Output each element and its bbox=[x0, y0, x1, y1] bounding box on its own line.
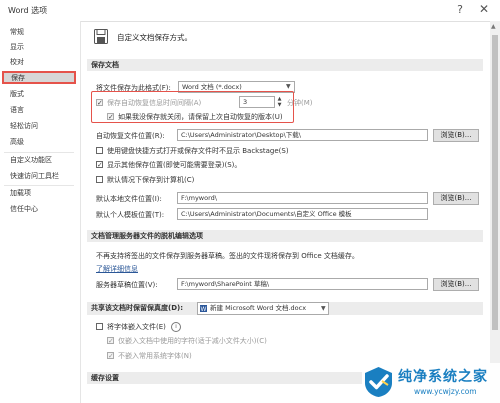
spinner-down-icon: ▼ bbox=[277, 102, 282, 108]
svg-text:W: W bbox=[201, 307, 207, 312]
fidelity-document-value: 新建 Microsoft Word 文档.docx bbox=[210, 304, 307, 312]
browse-autorecover-button[interactable]: 浏览(B)... bbox=[433, 129, 479, 142]
info-icon: i bbox=[171, 322, 181, 332]
save-options-panel: 自定义文档保存方式。 保存文档 将文件保存为此格式(F): Word 文档 (*… bbox=[81, 21, 490, 403]
autorecover-minutes-input[interactable]: 3 bbox=[239, 96, 275, 108]
local-path-label: 默认本地文件位置(I): bbox=[96, 195, 162, 203]
watermark-logo-icon bbox=[365, 367, 392, 397]
no-common-fonts-checkbox[interactable]: ✓ bbox=[107, 352, 114, 360]
checkmark-icon: ✓ bbox=[108, 337, 114, 345]
fidelity-document-select[interactable]: 新建 Microsoft Word 文档.docx bbox=[197, 302, 329, 315]
close-button[interactable]: ✕ bbox=[478, 2, 490, 16]
sidebar-item-save[interactable]: 保存 bbox=[2, 71, 76, 84]
options-sidebar: 常规 显示 校对 保存 版式 语言 轻松访问 高级 自定义功能区 快速访问工具栏… bbox=[0, 21, 81, 403]
checkmark-icon: ✓ bbox=[108, 352, 114, 360]
browse-local-button[interactable]: 浏览(B)... bbox=[433, 192, 479, 205]
offline-note: 不再支持将签出的文件保存到服务器草稿。签出的文件现将保存到 Office 文档缓… bbox=[96, 252, 359, 260]
fidelity-label: 共享该文档时保留保真度(D): bbox=[91, 304, 184, 312]
browse-drafts-button[interactable]: 浏览(B)... bbox=[433, 278, 479, 291]
keep-last-version-checkbox[interactable]: ✓ bbox=[107, 113, 114, 121]
embed-only-used-checkbox[interactable]: ✓ bbox=[107, 337, 114, 345]
embed-fonts-label: 将字体嵌入文件(E) bbox=[107, 323, 166, 331]
watermark-title: 纯净系统之家 bbox=[398, 369, 488, 385]
template-path-value: C:\Users\Administrator\Documents\自定义 Off… bbox=[181, 210, 352, 218]
server-drafts-value: F:\myword\SharePoint 草稿\ bbox=[181, 280, 270, 288]
minutes-label: 分钟(M) bbox=[287, 99, 313, 107]
chevron-down-icon: ▼ bbox=[286, 83, 291, 90]
save-format-value: Word 文档 (*.docx) bbox=[182, 83, 242, 91]
sidebar-item-trust-center[interactable]: 信任中心 bbox=[3, 203, 75, 216]
save-icon bbox=[94, 29, 108, 44]
word-options-window: Word 选项 ? ✕ 常规 显示 校对 保存 版式 语言 轻松访问 高级 自定… bbox=[0, 0, 500, 403]
sidebar-item-add-ins[interactable]: 加载项 bbox=[3, 187, 75, 200]
sidebar-item-quick-access-toolbar[interactable]: 快速访问工具栏 bbox=[3, 170, 75, 183]
template-path-input[interactable]: C:\Users\Administrator\Documents\自定义 Off… bbox=[177, 208, 428, 220]
checkmark-icon: ✓ bbox=[97, 161, 103, 169]
title-bar: Word 选项 ? ✕ bbox=[0, 0, 500, 22]
sidebar-item-display[interactable]: 显示 bbox=[3, 41, 75, 54]
watermark-url: www.ycwjzy.com bbox=[414, 387, 477, 396]
autorecover-checkbox[interactable]: ✓ bbox=[96, 99, 103, 107]
sidebar-item-general[interactable]: 常规 bbox=[3, 26, 75, 39]
show-more-locations-checkbox[interactable]: ✓ bbox=[96, 161, 103, 169]
embed-only-used-label: 仅嵌入文档中使用的字符(适于减小文件大小)(C) bbox=[118, 337, 267, 345]
learn-more-link[interactable]: 了解详细信息 bbox=[96, 264, 138, 274]
sidebar-divider bbox=[4, 152, 74, 153]
save-documents-section-title: 保存文档 bbox=[87, 59, 483, 71]
watermark: 纯净系统之家 www.ycwjzy.com bbox=[362, 363, 500, 403]
server-drafts-label: 服务器草稿位置(V): bbox=[96, 281, 158, 289]
save-to-computer-checkbox[interactable] bbox=[96, 176, 103, 183]
sidebar-item-customize-ribbon[interactable]: 自定义功能区 bbox=[3, 154, 75, 167]
hide-backstage-label: 使用键盘快捷方式打开或保存文件时不显示 Backstage(S) bbox=[107, 147, 289, 155]
autorecover-path-input[interactable]: C:\Users\Administrator\Desktop\下载\ bbox=[177, 129, 428, 141]
word-document-icon: W bbox=[200, 305, 207, 312]
save-to-computer-label: 默认情况下保存到计算机(C) bbox=[107, 176, 195, 184]
no-common-fonts-label: 不嵌入常用系统字体(N) bbox=[118, 352, 192, 360]
server-drafts-input[interactable]: F:\myword\SharePoint 草稿\ bbox=[177, 278, 428, 290]
window-title: Word 选项 bbox=[8, 6, 48, 15]
show-more-locations-label: 显示其他保存位置(即使可能需要登录)(S)。 bbox=[107, 161, 242, 169]
chevron-down-icon: ▼ bbox=[321, 305, 326, 312]
sidebar-item-layout[interactable]: 版式 bbox=[3, 88, 75, 101]
sidebar-item-language[interactable]: 语言 bbox=[3, 104, 75, 117]
hide-backstage-checkbox[interactable] bbox=[96, 147, 103, 154]
scroll-up-icon[interactable]: ▲ bbox=[491, 23, 496, 30]
vertical-scrollbar[interactable]: ▲ bbox=[490, 21, 500, 403]
local-path-value: F:\myword\ bbox=[181, 194, 217, 202]
page-header: 自定义文档保存方式。 bbox=[117, 33, 192, 42]
autorecover-label: 保存自动恢复信息时间间隔(A) bbox=[107, 99, 202, 107]
minutes-spinner[interactable]: ▲ ▼ bbox=[276, 96, 283, 108]
sidebar-item-advanced[interactable]: 高级 bbox=[3, 136, 75, 149]
keep-last-version-label: 如果我没保存就关闭，请保留上次自动恢复的版本(U) bbox=[118, 113, 283, 121]
scrollbar-thumb[interactable] bbox=[492, 35, 498, 330]
checkmark-icon: ✓ bbox=[97, 99, 103, 107]
autorecover-path-value: C:\Users\Administrator\Desktop\下载\ bbox=[181, 131, 301, 139]
sidebar-item-proofing[interactable]: 校对 bbox=[3, 56, 75, 69]
local-path-input[interactable]: F:\myword\ bbox=[177, 192, 428, 204]
template-path-label: 默认个人模板位置(T): bbox=[96, 211, 165, 219]
sidebar-item-accessibility[interactable]: 轻松访问 bbox=[3, 120, 75, 133]
autorecover-minutes-value: 3 bbox=[243, 98, 248, 106]
checkmark-icon: ✓ bbox=[108, 113, 114, 121]
help-button[interactable]: ? bbox=[454, 3, 466, 16]
autorecover-path-label: 自动恢复文件位置(R): bbox=[96, 132, 165, 140]
embed-fonts-checkbox[interactable] bbox=[96, 323, 103, 330]
sidebar-divider bbox=[4, 185, 74, 186]
offline-editing-section-title: 文档管理服务器文件的脱机编辑选项 bbox=[87, 230, 483, 242]
